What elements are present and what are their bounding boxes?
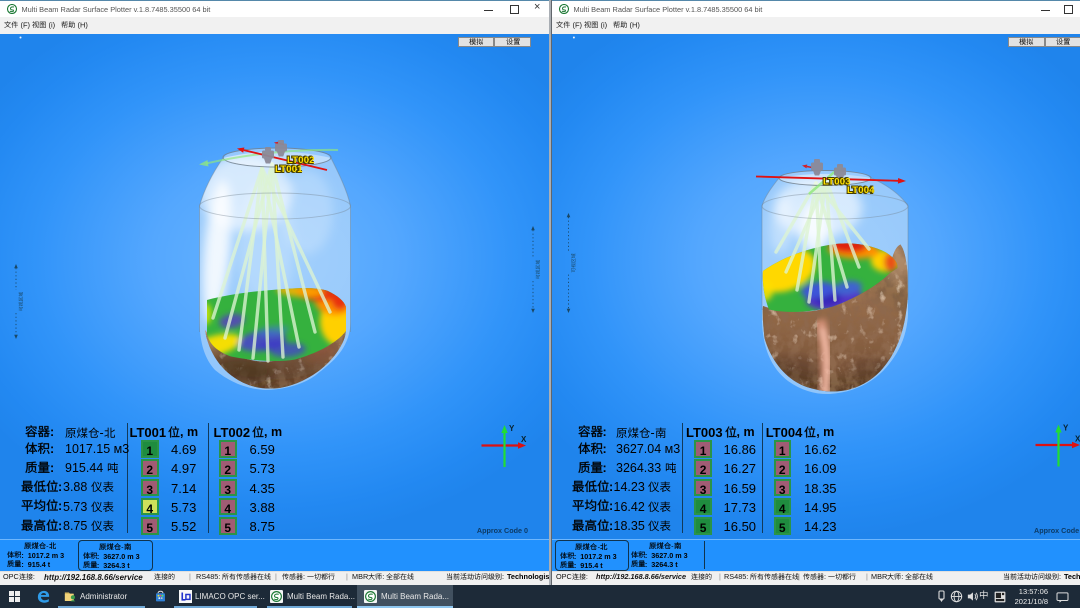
svg-text:LT001: LT001 [275,164,303,175]
svg-text:Y: Y [509,424,515,433]
svg-text:X: X [521,435,527,444]
svg-text:X: X [1075,435,1080,444]
svg-text:Y: Y [1063,424,1069,433]
svg-text:LT004: LT004 [847,185,875,196]
